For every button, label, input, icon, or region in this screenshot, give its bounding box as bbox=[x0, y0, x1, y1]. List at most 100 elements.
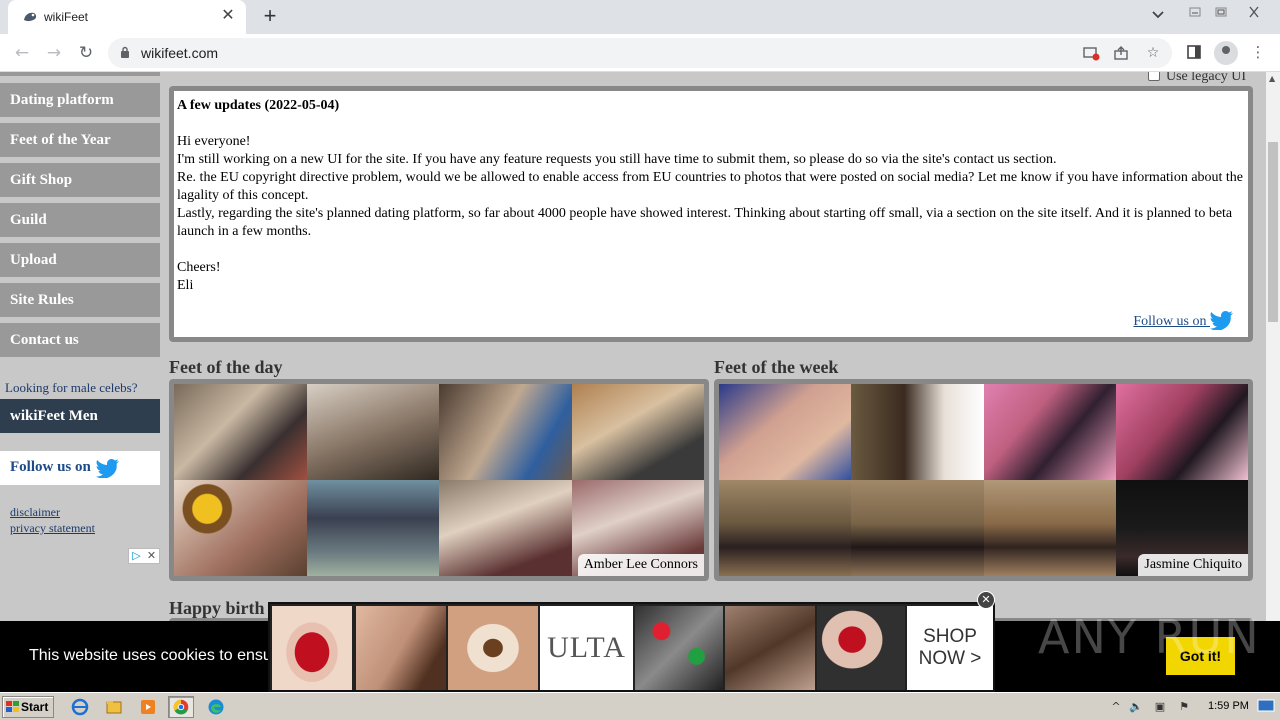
cast-blocked-icon[interactable] bbox=[1082, 45, 1100, 61]
bookmark-star-icon[interactable]: ☆ bbox=[1144, 45, 1162, 61]
wikifeet-men-button[interactable]: wikiFeet Men bbox=[0, 399, 160, 433]
url-text: wikifeet.com bbox=[141, 45, 219, 61]
sidebar-item-gift-shop[interactable]: Gift Shop bbox=[0, 163, 160, 197]
legacy-ui-checkbox[interactable] bbox=[1148, 72, 1160, 81]
windows-flag-icon bbox=[6, 701, 19, 712]
forward-arrow-icon[interactable]: → bbox=[42, 41, 66, 65]
sidebar-item-site-rules[interactable]: Site Rules bbox=[0, 283, 160, 317]
gallery-thumbnail[interactable] bbox=[719, 480, 852, 576]
ad-shop-now-button[interactable]: SHOP NOW > bbox=[907, 606, 993, 690]
ad-banner[interactable]: ULTA SHOP NOW > bbox=[268, 602, 995, 692]
twitter-bird-icon bbox=[1210, 311, 1233, 330]
adchoices-icon[interactable]: ▷ ✕ bbox=[128, 548, 160, 564]
gallery-thumbnail[interactable] bbox=[439, 480, 572, 576]
ad-tile-palette[interactable] bbox=[635, 606, 723, 690]
sidebar-item-upload[interactable]: Upload bbox=[0, 243, 160, 277]
chrome-icon[interactable] bbox=[168, 696, 194, 718]
news-panel: A few updates (2022-05-04) Hi everyone! … bbox=[169, 86, 1253, 342]
ad-cta-line1: SHOP bbox=[923, 626, 977, 647]
profile-avatar-icon[interactable] bbox=[1214, 41, 1238, 65]
tab-title: wikiFeet bbox=[44, 10, 89, 24]
tray-expand-icon[interactable]: ^ bbox=[1108, 699, 1124, 715]
back-arrow-icon[interactable]: ← bbox=[10, 41, 34, 65]
ad-tile-eye[interactable] bbox=[448, 606, 538, 690]
ad-tile-powder-brush[interactable] bbox=[725, 606, 815, 690]
gallery-thumbnail[interactable] bbox=[851, 384, 984, 480]
feet-of-day-caption[interactable]: Amber Lee Connors bbox=[577, 554, 704, 576]
gallery-thumbnail[interactable] bbox=[1115, 384, 1248, 480]
page-scrollbar[interactable]: ▲ ▼ bbox=[1266, 72, 1280, 692]
gallery-thumbnail[interactable] bbox=[983, 384, 1116, 480]
tab-search-chevron-icon[interactable] bbox=[1150, 9, 1166, 21]
show-desktop-icon[interactable] bbox=[1256, 697, 1276, 715]
feet-of-day-title: Feet of the day bbox=[169, 357, 283, 377]
action-center-flag-icon[interactable]: ⚑ bbox=[1176, 699, 1192, 715]
side-panel-icon[interactable] bbox=[1184, 42, 1204, 62]
tab-close-icon[interactable]: ✕ bbox=[218, 6, 238, 26]
gallery-thumbnail[interactable] bbox=[174, 480, 307, 576]
gallery-thumbnail[interactable] bbox=[306, 480, 439, 576]
news-closing: Cheers! bbox=[177, 260, 221, 275]
scroll-up-arrow-icon[interactable]: ▲ bbox=[1269, 74, 1275, 83]
gallery-thumbnail[interactable] bbox=[306, 384, 439, 480]
browser-toolbar: ← → ↻ wikifeet.com ☆ ⋮ bbox=[0, 34, 1280, 72]
male-celebs-link[interactable]: Looking for male celebs? bbox=[5, 380, 137, 396]
news-title: A few updates (2022-05-04) bbox=[177, 98, 340, 113]
reload-icon[interactable]: ↻ bbox=[74, 41, 98, 65]
feet-of-week-caption[interactable]: Jasmine Chiquito bbox=[1138, 554, 1248, 576]
media-player-icon[interactable] bbox=[136, 696, 160, 718]
gallery-thumbnail[interactable] bbox=[851, 480, 984, 576]
share-icon[interactable] bbox=[1112, 45, 1130, 61]
gallery-thumbnail[interactable] bbox=[439, 384, 572, 480]
gallery-thumbnail[interactable] bbox=[719, 384, 852, 480]
menu-kebab-icon[interactable]: ⋮ bbox=[1248, 42, 1268, 62]
cookie-text: This website uses cookies to ensu bbox=[29, 647, 272, 664]
privacy-statement-link[interactable]: privacy statement bbox=[10, 521, 95, 536]
window-close-icon[interactable] bbox=[1243, 3, 1265, 21]
ad-tile-ulta-logo[interactable]: ULTA bbox=[540, 606, 633, 690]
scrollbar-thumb[interactable] bbox=[1268, 142, 1278, 322]
news-paragraph-1: I'm still working on a new UI for the si… bbox=[177, 152, 1057, 167]
wikifeet-favicon-icon bbox=[24, 12, 37, 22]
taskbar-clock[interactable]: 1:59 PM bbox=[1208, 700, 1249, 712]
windows-taskbar: Start ^ 🔈 ▣ ⚑ 1:59 PM bbox=[0, 692, 1280, 720]
new-tab-button[interactable]: + bbox=[258, 4, 282, 28]
restore-icon[interactable] bbox=[1210, 3, 1232, 21]
gallery-thumbnail[interactable] bbox=[571, 384, 704, 480]
legacy-ui-toggle[interactable]: Use legacy UI bbox=[1148, 72, 1246, 85]
start-button[interactable]: Start bbox=[2, 696, 54, 718]
gallery-thumbnail[interactable] bbox=[174, 384, 307, 480]
news-signature: Eli bbox=[177, 278, 194, 293]
sidebar-item-guild[interactable]: Guild bbox=[0, 203, 160, 237]
news-content: A few updates (2022-05-04) Hi everyone! … bbox=[174, 91, 1248, 337]
follow-twitter-news-link[interactable]: Follow us on bbox=[1133, 310, 1234, 331]
follow-label: Follow us on bbox=[10, 459, 91, 475]
disclaimer-link[interactable]: disclaimer bbox=[10, 505, 60, 520]
follow-twitter-sidebar[interactable]: Follow us on bbox=[0, 451, 160, 485]
browser-tab[interactable]: wikiFeet ✕ bbox=[8, 0, 246, 34]
happy-birthday-title: Happy birth bbox=[169, 598, 265, 618]
ad-close-icon[interactable]: ✕ bbox=[977, 591, 995, 609]
follow-label: Follow us on bbox=[1133, 314, 1207, 329]
menu-stub bbox=[0, 72, 160, 76]
address-bar[interactable]: wikifeet.com ☆ bbox=[108, 38, 1172, 68]
gallery-thumbnail[interactable] bbox=[983, 480, 1116, 576]
anyrun-watermark: ANY RUN bbox=[1038, 610, 1261, 664]
network-icon[interactable]: ▣ bbox=[1152, 699, 1168, 715]
sidebar-item-feet-of-year[interactable]: Feet of the Year bbox=[0, 123, 160, 157]
ad-tile-lips[interactable] bbox=[272, 606, 352, 690]
minimize-icon[interactable] bbox=[1184, 3, 1206, 21]
browser-tab-bar: wikiFeet ✕ + bbox=[0, 0, 1280, 34]
volume-icon[interactable]: 🔈 bbox=[1128, 699, 1144, 715]
ad-tile-brush[interactable] bbox=[356, 606, 446, 690]
ad-tile-nails[interactable] bbox=[817, 606, 905, 690]
sidebar-item-contact[interactable]: Contact us bbox=[0, 323, 160, 357]
file-explorer-icon[interactable] bbox=[102, 696, 126, 718]
feet-of-day-gallery[interactable]: Amber Lee Connors bbox=[169, 379, 709, 581]
internet-explorer-icon[interactable] bbox=[68, 696, 92, 718]
news-greeting: Hi everyone! bbox=[177, 134, 251, 149]
sidebar-item-dating[interactable]: Dating platform bbox=[0, 83, 160, 117]
feet-of-week-gallery[interactable]: Jasmine Chiquito bbox=[714, 379, 1253, 581]
edge-icon[interactable] bbox=[204, 696, 228, 718]
page-content: Dating platform Feet of the Year Gift Sh… bbox=[0, 72, 1266, 692]
